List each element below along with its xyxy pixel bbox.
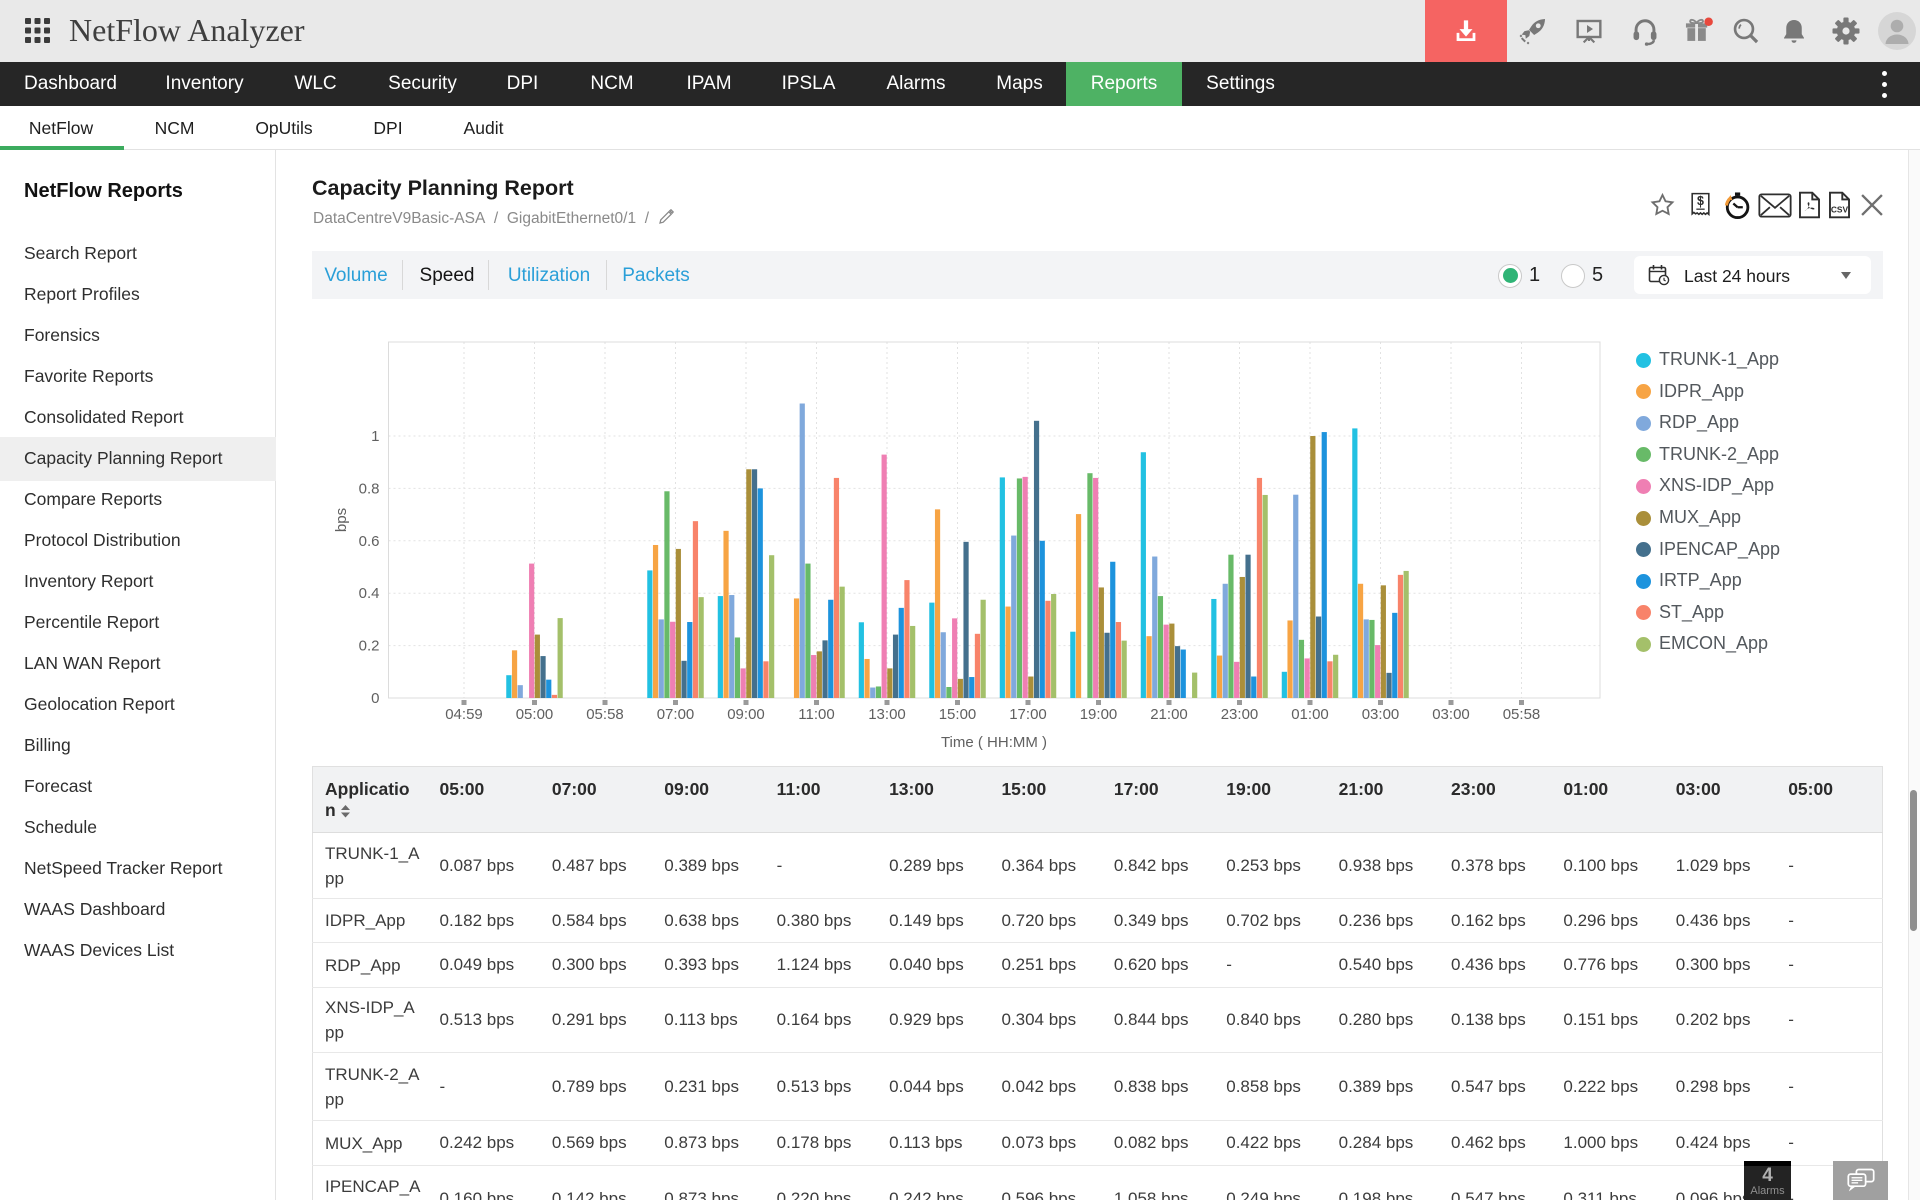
svg-text:09:00: 09:00: [727, 706, 765, 723]
svg-text:23:00: 23:00: [1221, 706, 1259, 723]
svg-text:15:00: 15:00: [939, 706, 977, 723]
svg-text:0.6: 0.6: [359, 533, 380, 550]
svg-text:0.8: 0.8: [359, 480, 380, 497]
svg-text:05:58: 05:58: [586, 706, 624, 723]
svg-text:07:00: 07:00: [657, 706, 695, 723]
svg-text:21:00: 21:00: [1150, 706, 1188, 723]
svg-text:03:00: 03:00: [1362, 706, 1400, 723]
svg-text:0: 0: [371, 690, 379, 707]
svg-text:01:00: 01:00: [1291, 706, 1329, 723]
svg-text:17:00: 17:00: [1009, 706, 1047, 723]
svg-text:05:58: 05:58: [1503, 706, 1541, 723]
svg-text:0.4: 0.4: [359, 585, 380, 602]
svg-text:bps: bps: [333, 508, 350, 532]
svg-text:05:00: 05:00: [516, 706, 554, 723]
svg-text:CSV: CSV: [1831, 204, 1849, 214]
svg-text:03:00: 03:00: [1432, 706, 1470, 723]
svg-text:0.2: 0.2: [359, 638, 380, 655]
svg-text:13:00: 13:00: [868, 706, 906, 723]
svg-text:1: 1: [371, 428, 379, 445]
svg-text:19:00: 19:00: [1080, 706, 1118, 723]
svg-text:04:59: 04:59: [445, 706, 483, 723]
svg-text:11:00: 11:00: [798, 706, 834, 723]
svg-text:Time ( HH:MM ): Time ( HH:MM ): [941, 734, 1047, 751]
